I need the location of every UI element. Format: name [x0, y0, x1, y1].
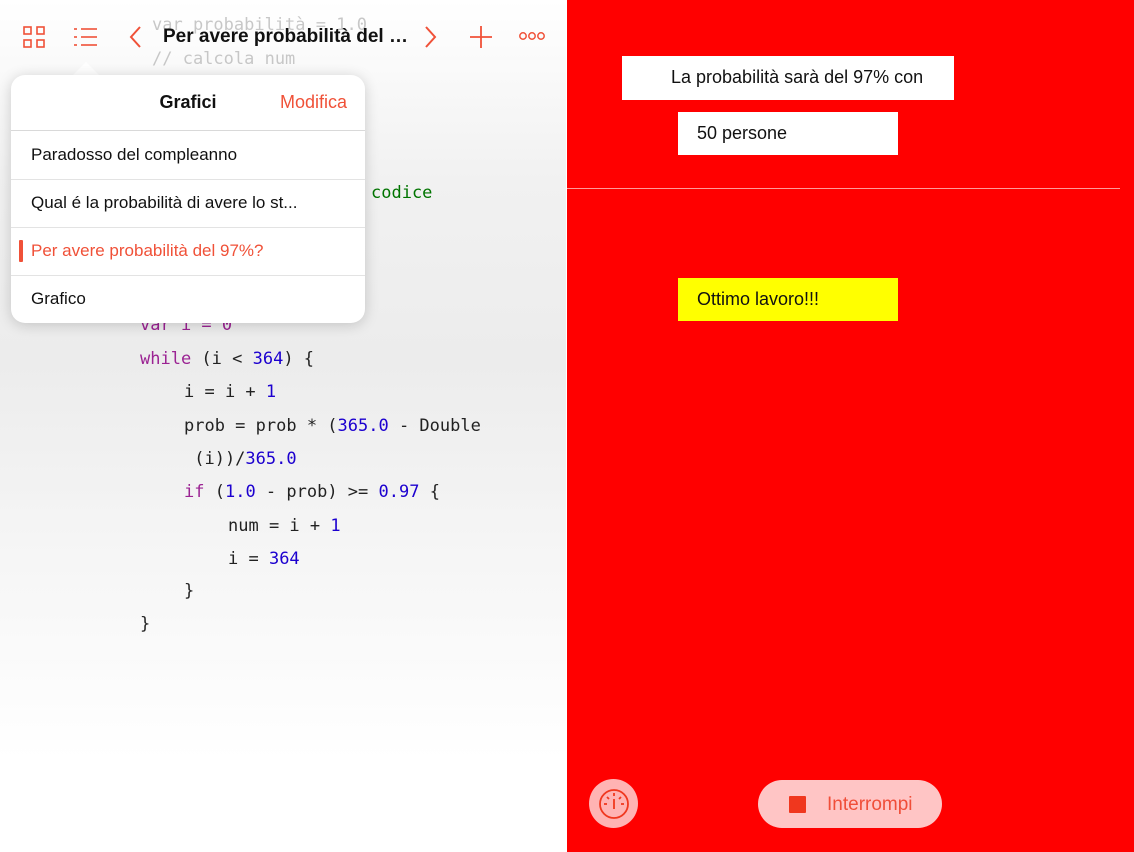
code-line-if: if (1.0 - prob) >= 0.97 {	[184, 482, 440, 502]
success-label-text: Ottimo lavoro!!!	[697, 289, 820, 309]
stop-button-label: Interrompi	[827, 794, 913, 815]
speedometer-button[interactable]	[589, 779, 638, 828]
grid-icon[interactable]	[20, 24, 48, 50]
live-view: La probabilità sarà del 97% con 50 perso…	[567, 0, 1134, 852]
page-item-label: Per avere probabilità del 97%?	[31, 241, 264, 260]
popover-header: Grafici Modifica	[11, 75, 365, 131]
code-line-increment: i = i + 1	[184, 382, 277, 402]
page-item-selected[interactable]: Per avere probabilità del 97%?	[11, 227, 365, 276]
persons-label-text: 50 persone	[697, 123, 788, 143]
code-line-prob: prob = prob * (365.0 - Double	[184, 416, 481, 436]
speedometer-icon	[598, 788, 629, 819]
stop-button[interactable]: Interrompi	[758, 780, 942, 828]
page-item[interactable]: Qual é la probabilità di avere lo st...	[11, 179, 365, 228]
code-brace-inner: }	[184, 581, 195, 601]
chevron-left-icon[interactable]	[125, 24, 145, 50]
edit-button[interactable]: Modifica	[280, 92, 347, 113]
editor-pane: var probabilità = 1.0 // calcola num cod…	[0, 0, 566, 852]
code-line-while: while (i < 364) {	[140, 349, 315, 369]
pages-popover: Grafici Modifica Paradosso del compleann…	[11, 75, 365, 323]
divider	[567, 188, 1120, 189]
page-item[interactable]: Paradosso del compleanno	[11, 131, 365, 180]
code-line-num: num = i + 1	[228, 516, 341, 536]
page-item-label: Grafico	[31, 289, 86, 308]
persons-label: 50 persone	[678, 112, 898, 155]
code-comment: codice	[371, 183, 433, 203]
page-item[interactable]: Grafico	[11, 275, 365, 323]
chevron-right-icon[interactable]	[421, 24, 441, 50]
page-item-label: Paradosso del compleanno	[31, 145, 238, 164]
success-label: Ottimo lavoro!!!	[678, 278, 898, 321]
result-label-text: La probabilità sarà del 97% con	[671, 67, 924, 87]
stop-icon	[789, 796, 806, 813]
code-line-prob-cont: (i))/365.0	[184, 449, 297, 469]
page-item-label: Qual é la probabilità di avere lo st...	[31, 193, 298, 212]
code-line-i: i = 364	[228, 549, 300, 569]
plus-icon[interactable]	[467, 23, 495, 51]
popover-arrow	[73, 62, 99, 75]
more-icon[interactable]	[517, 28, 547, 44]
selection-indicator	[19, 240, 23, 262]
code-brace-outer: }	[140, 614, 151, 634]
document-title[interactable]: Per avere probabilità del 9...	[163, 25, 411, 49]
result-label: La probabilità sarà del 97% con	[622, 56, 954, 100]
list-icon[interactable]	[70, 24, 100, 50]
